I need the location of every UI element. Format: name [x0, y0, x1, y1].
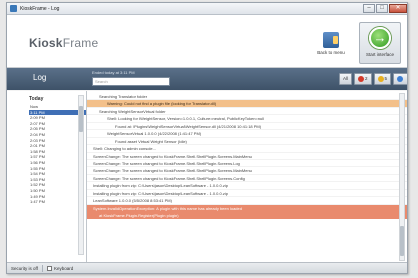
severity-icon	[377, 76, 384, 82]
log-toolbar: Log Ended today at 3:11 PM Search All 2 5	[7, 68, 407, 90]
log-entry[interactable]: Installing plugin from zip: C:\Users\jas…	[87, 182, 407, 190]
severity-button[interactable]: All	[339, 73, 353, 85]
divider	[41, 264, 43, 272]
log-entry[interactable]: ScreenChange: The screen changed to Kios…	[87, 167, 407, 175]
content: Today Now 3:11 PM 2:09 PM 2:07 PM 2:05 PM 2:0…	[7, 91, 407, 262]
scroll-thumb[interactable]	[79, 106, 83, 132]
severity-filter: All 2 5	[337, 73, 407, 85]
maximize-button[interactable]: □	[376, 3, 388, 13]
log-entry[interactable]: ScreenChange: The screen changed to Kios…	[87, 175, 407, 183]
log-entry[interactable]: Searching WeightSensorVirtual folder	[87, 108, 407, 116]
timeline-sidebar: Today Now 3:11 PM 2:09 PM 2:07 PM 2:05 PM 2:0…	[7, 91, 87, 262]
log-entry[interactable]: at KioskFrame.Plugin.Register(Plugin plu…	[87, 212, 407, 220]
back-to-menu-label: Back to menu	[317, 50, 345, 55]
severity-label: All	[343, 76, 349, 81]
start-interface-button[interactable]: → Start interface	[359, 22, 401, 64]
log-entry[interactable]: Searching Translator folder	[87, 93, 407, 101]
log-entry[interactable]: Warning: Could not find a plugin file (l…	[87, 100, 407, 108]
back-to-menu-button[interactable]: Back to menu	[314, 32, 348, 55]
severity-label: 2	[365, 76, 368, 81]
sidebar-scrollbar[interactable]	[78, 95, 84, 255]
log-entry[interactable]: System.InvalidOperationException: A plug…	[87, 204, 407, 212]
log-entry[interactable]: Found at: \Plugins\WeightSensorVirtual\W…	[87, 123, 407, 131]
severity-button[interactable]	[393, 73, 407, 85]
log-entry[interactable]: Shell: Changing to admin console...	[87, 145, 407, 153]
app-window: KioskFrame - Log – □ ✕ KioskFrame Back t…	[6, 2, 408, 274]
log-entry[interactable]: Installing plugin from zip: C:\Users\jas…	[87, 190, 407, 198]
keyboard-label: Keyboard	[53, 265, 74, 271]
log-entry[interactable]: ScreenChange: The screen changed to Kios…	[87, 153, 407, 160]
page-title: Log	[33, 73, 47, 82]
filter-label: Ended today at 3:11 PM	[92, 70, 135, 75]
status-bar: Security is off Keyboard	[7, 262, 407, 273]
app-icon	[10, 5, 17, 12]
severity-button[interactable]: 5	[373, 73, 392, 85]
log-entry[interactable]: ScreenChange: The screen changed to Kios…	[87, 160, 407, 168]
severity-button[interactable]: 2	[354, 73, 372, 85]
severity-icon	[397, 76, 404, 82]
log-list: Searching Translator folder Warning: Coul…	[87, 91, 407, 262]
scroll-thumb[interactable]	[400, 226, 404, 256]
title-bar: KioskFrame - Log – □ ✕	[7, 3, 407, 15]
log-entry[interactable]: Shell: Looking for IWeightSensor, Versio…	[87, 115, 407, 123]
window-controls: – □ ✕	[362, 3, 407, 14]
search-input[interactable]: Search	[92, 77, 170, 86]
app-logo: KioskFrame	[29, 36, 99, 50]
minimize-button[interactable]: –	[363, 3, 375, 13]
log-scrollbar[interactable]	[399, 93, 405, 261]
keyboard-checkbox[interactable]	[46, 265, 52, 271]
security-status: Security is off	[11, 265, 38, 271]
window-title: KioskFrame - Log	[20, 5, 60, 12]
header: KioskFrame Back to menu → Start interfac…	[7, 15, 407, 68]
severity-icon	[358, 76, 365, 82]
close-button[interactable]: ✕	[389, 3, 407, 13]
severity-label: 5	[384, 76, 388, 81]
start-interface-label: Start interface	[365, 52, 394, 57]
menu-icon	[323, 32, 339, 48]
log-entry[interactable]: WeightSensorVirtual 1.0.0.0 (4/22/2008 (…	[87, 130, 407, 138]
log-entry[interactable]: LeanSoftware 1.0.0.0 (5/5/2008 8:53:41 P…	[87, 197, 407, 205]
log-entry[interactable]: Found asset Virtual Weight Sensor (Idle)	[87, 138, 407, 146]
arrow-right-icon: →	[369, 27, 391, 49]
